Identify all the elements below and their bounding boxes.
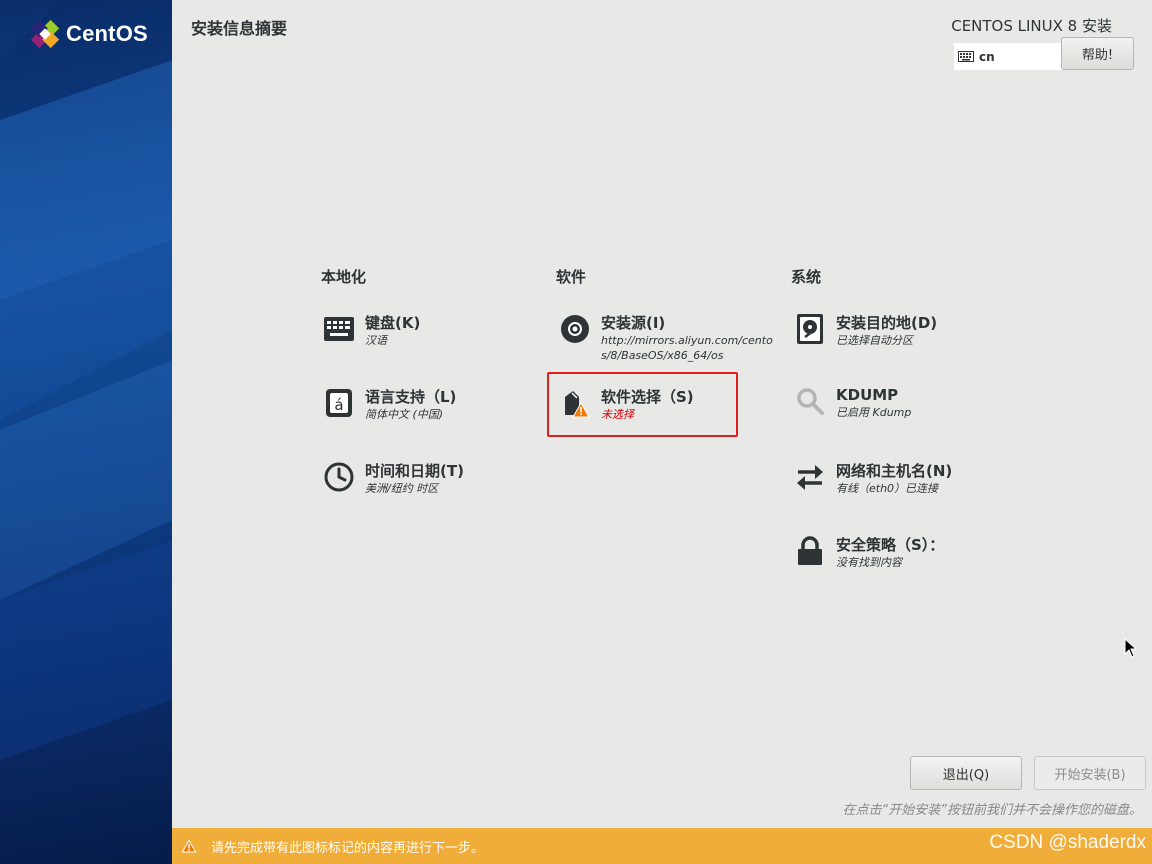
centos-logo: CentOS (30, 19, 148, 49)
spoke-status: 汉语 (365, 334, 387, 347)
sidebar-facets (0, 0, 172, 760)
spoke-status: 没有找到内容 (836, 556, 902, 569)
heading-system: 系统 (791, 268, 822, 286)
highlight-box (547, 372, 738, 437)
disk-note: 在点击“开始安装”按钮前我们并不会操作您的磁盘。 (842, 803, 1142, 818)
quit-button[interactable]: 退出(Q) (910, 756, 1022, 790)
language-icon: á (323, 387, 355, 419)
network-arrows-icon (794, 461, 826, 493)
clock-icon (323, 461, 355, 493)
product-title: CENTOS LINUX 8 安装 (951, 17, 1112, 35)
spoke-status: 已选择自动分区 (836, 334, 913, 347)
page-title: 安装信息摘要 (191, 19, 288, 38)
spoke-title: 安装目的地(D) (836, 314, 938, 332)
begin-installation-button[interactable]: 开始安装(B) (1034, 756, 1146, 790)
spoke-status: 已启用 Kdump (836, 406, 912, 419)
keyboard-icon (323, 313, 355, 345)
lock-icon (794, 535, 826, 567)
spoke-installation-destination[interactable]: 安装目的地(D) 已选择自动分区 (794, 313, 937, 348)
spoke-status: 美洲/纽约 时区 (365, 482, 439, 495)
brand-sidebar: CentOS (0, 0, 172, 864)
spoke-title: KDUMP (836, 386, 899, 404)
spoke-security-policy[interactable]: 安全策略（S）： 没有找到内容 (794, 535, 944, 570)
heading-localization: 本地化 (321, 268, 367, 286)
spoke-title: 键盘(K) (365, 314, 421, 332)
keyboard-icon (958, 51, 974, 62)
spoke-title: 安装源(I) (601, 314, 666, 332)
svg-text:á: á (334, 396, 343, 414)
spoke-time-date[interactable]: 时间和日期(T) 美洲/纽约 时区 (323, 461, 464, 496)
keyboard-layout-indicator[interactable]: cn (954, 43, 1062, 70)
magnifier-icon (794, 385, 826, 417)
disc-icon (559, 313, 591, 345)
spoke-language[interactable]: á 语言支持（L) 简体中文 (中国) (323, 387, 456, 422)
spoke-installation-source[interactable]: 安装源(I) http://mirrors.aliyun.com/centos/… (559, 313, 779, 363)
spoke-keyboard[interactable]: 键盘(K) 汉语 (323, 313, 420, 348)
mouse-cursor-icon (1124, 638, 1138, 658)
help-button[interactable]: 帮助! (1061, 37, 1134, 70)
spoke-title: 语言支持（L) (365, 388, 457, 406)
warning-message: 请先完成带有此图标标记的内容再进行下一步。 (211, 840, 485, 856)
spoke-title: 安全策略（S）： (836, 536, 945, 554)
warning-icon (181, 839, 197, 853)
heading-software: 软件 (556, 268, 587, 286)
centos-logo-icon (30, 19, 60, 49)
centos-wordmark: CentOS (66, 21, 148, 46)
spoke-status: 简体中文 (中国) (365, 408, 444, 421)
watermark: CSDN @shaderdx (989, 832, 1146, 853)
keyboard-layout-value: cn (979, 49, 995, 64)
spoke-title: 网络和主机名(N) (836, 462, 953, 480)
spoke-status: 有线（eth0）已连接 (836, 482, 939, 495)
harddisk-icon (794, 313, 826, 345)
spoke-title: 时间和日期(T) (365, 462, 464, 480)
spoke-network-hostname[interactable]: 网络和主机名(N) 有线（eth0）已连接 (794, 461, 952, 496)
spoke-status: http://mirrors.aliyun.com/centos/8/BaseO… (601, 334, 773, 362)
spoke-kdump[interactable]: KDUMP 已启用 Kdump (794, 385, 911, 420)
